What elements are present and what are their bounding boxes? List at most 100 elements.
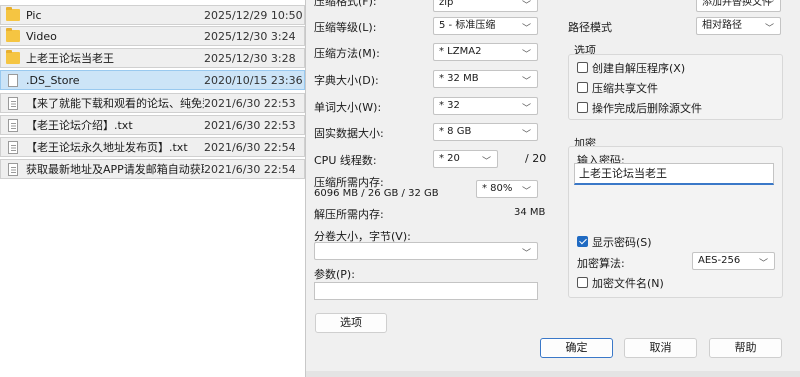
list-item[interactable]: 【老王论坛永久地址发布页】.txt 2021/6/30 22:54 [0,137,305,157]
add-to-archive-dialog: 压缩格式(F): zip ﹀ 压缩等级(L): 5 - 标准压缩 ﹀ 压缩方法(… [305,0,800,377]
solid-block-value: * 8 GB [439,126,472,137]
memory-usage-value: * 80% [482,183,513,194]
solid-block-select[interactable]: * 8 GB ﹀ [433,123,538,141]
encryption-method-select[interactable]: AES-256 ﹀ [692,252,775,270]
password-input[interactable]: 上老王论坛当老王 [574,163,774,185]
dictionary-size-select[interactable]: * 32 MB ﹀ [433,70,538,88]
list-item[interactable]: 获取最新地址及APP请发邮箱自动获取.txt 2021/6/30 22:54 [0,159,305,179]
list-item[interactable]: Video 2025/12/30 3:24 [0,26,305,46]
chevron-down-icon: ﹀ [521,130,531,140]
chevron-down-icon: ﹀ [764,1,774,11]
file-name: .DS_Store [26,73,80,87]
volume-size-select[interactable]: ﹀ [314,242,538,260]
list-item[interactable]: Pic 2025/12/29 10:50 [0,5,305,25]
solid-block-label: 固实数据大小: [314,127,384,140]
update-mode-select[interactable]: 添加并替换文件 ﹀ [696,0,781,12]
cpu-threads-value: * 20 [439,153,460,164]
file-date: 2025/12/30 3:28 [204,51,296,65]
sfx-checkbox[interactable] [577,62,588,73]
file-list: Pic 2025/12/29 10:50 Video 2025/12/30 3:… [0,0,305,377]
memory-decompress-value: 34 MB [514,207,546,218]
file-icon [8,73,18,87]
file-name: 上老王论坛当老王 [26,52,114,65]
file-date: 2021/6/30 22:54 [204,140,296,154]
show-password-label: 显示密码(S) [592,236,652,249]
text-file-icon [8,140,18,154]
chevron-down-icon: ﹀ [521,249,531,259]
file-date: 2021/6/30 22:53 [204,96,296,110]
chevron-down-icon: ﹀ [764,24,774,34]
list-item[interactable]: 上老王论坛当老王 2025/12/30 3:28 [0,48,305,68]
delete-after-label: 操作完成后删除源文件 [592,102,702,115]
file-date: 2025/12/29 10:50 [204,8,303,22]
delete-after-checkbox[interactable] [577,102,588,113]
text-file-icon [8,162,18,176]
file-date: 2025/12/30 3:24 [204,29,296,43]
cpu-threads-label: CPU 线程数: [314,154,377,167]
path-mode-label: 路径模式 [568,21,612,34]
format-label: 压缩格式(F): [314,0,377,8]
cpu-threads-select[interactable]: * 20 ﹀ [433,150,498,168]
chevron-down-icon: ﹀ [758,259,768,269]
file-name: 获取最新地址及APP请发邮箱自动获取.txt [26,163,204,176]
archive-format-select[interactable]: zip ﹀ [433,0,538,12]
chevron-down-icon: ﹀ [521,104,531,114]
path-mode-value: 相对路径 [702,20,742,31]
update-mode-value: 添加并替换文件 [702,0,772,8]
compression-level-value: 5 - 标准压缩 [439,20,496,31]
file-date: 2020/10/15 23:36 [204,73,303,87]
memory-usage-select[interactable]: * 80% ﹀ [476,180,538,198]
file-date: 2021/6/30 22:54 [204,162,296,176]
list-item[interactable]: 【老王论坛介绍】.txt 2021/6/30 22:53 [0,115,305,135]
file-name: 【来了就能下载和观看的论坛、纯免费！... [26,97,204,110]
word-size-select[interactable]: * 32 ﹀ [433,97,538,115]
encryption-method-label: 加密算法: [577,257,625,270]
chevron-down-icon: ﹀ [521,24,531,34]
help-button[interactable]: 帮助 [709,338,782,358]
folder-icon [6,50,20,64]
parameters-label: 参数(P): [314,268,355,281]
folder-icon [6,28,20,42]
ok-button[interactable]: 确定 [540,338,613,358]
shared-files-checkbox[interactable] [577,82,588,93]
cancel-button[interactable]: 取消 [624,338,697,358]
chevron-down-icon: ﹀ [521,50,531,60]
parameters-input[interactable] [314,282,538,300]
list-item-selected[interactable]: .DS_Store 2020/10/15 23:36 [0,70,305,90]
folder-icon [6,7,20,21]
text-file-icon [8,96,18,110]
list-item[interactable]: 【来了就能下载和观看的论坛、纯免费！... 2021/6/30 22:53 [0,93,305,113]
options-button[interactable]: 选项 [315,313,387,333]
chevron-down-icon: ﹀ [521,1,531,11]
cpu-threads-total: / 20 [525,152,547,165]
dictionary-size-label: 字典大小(D): [314,74,379,87]
path-mode-select[interactable]: 相对路径 ﹀ [696,17,781,35]
archive-format-value: zip [439,0,454,8]
file-name: Video [26,29,57,43]
file-name: 【老王论坛介绍】.txt [26,119,133,132]
word-size-value: * 32 [439,100,460,111]
encrypt-names-label: 加密文件名(N) [592,277,664,290]
sfx-label: 创建自解压程序(X) [592,62,686,75]
compression-level-label: 压缩等级(L): [314,21,377,34]
memory-compress-detail: 6096 MB / 26 GB / 32 GB [314,188,439,199]
memory-decompress-label: 解压所需内存: [314,208,384,221]
dictionary-size-value: * 32 MB [439,73,479,84]
shared-files-label: 压缩共享文件 [592,82,658,95]
encryption-method-value: AES-256 [698,255,741,266]
file-date: 2021/6/30 22:53 [204,118,296,132]
file-name: 【老王论坛永久地址发布页】.txt [26,141,188,154]
chevron-down-icon: ﹀ [521,77,531,87]
encrypt-names-checkbox[interactable] [577,277,588,288]
compression-level-select[interactable]: 5 - 标准压缩 ﹀ [433,17,538,35]
file-name: Pic [26,8,42,22]
word-size-label: 单词大小(W): [314,101,382,114]
text-file-icon [8,118,18,132]
compression-method-select[interactable]: * LZMA2 ﹀ [433,43,538,61]
show-password-checkbox[interactable] [577,236,588,247]
chevron-down-icon: ﹀ [481,157,491,167]
compression-method-value: * LZMA2 [439,46,482,57]
chevron-down-icon: ﹀ [521,187,531,197]
compression-method-label: 压缩方法(M): [314,47,380,60]
password-value: 上老王论坛当老王 [579,167,667,180]
